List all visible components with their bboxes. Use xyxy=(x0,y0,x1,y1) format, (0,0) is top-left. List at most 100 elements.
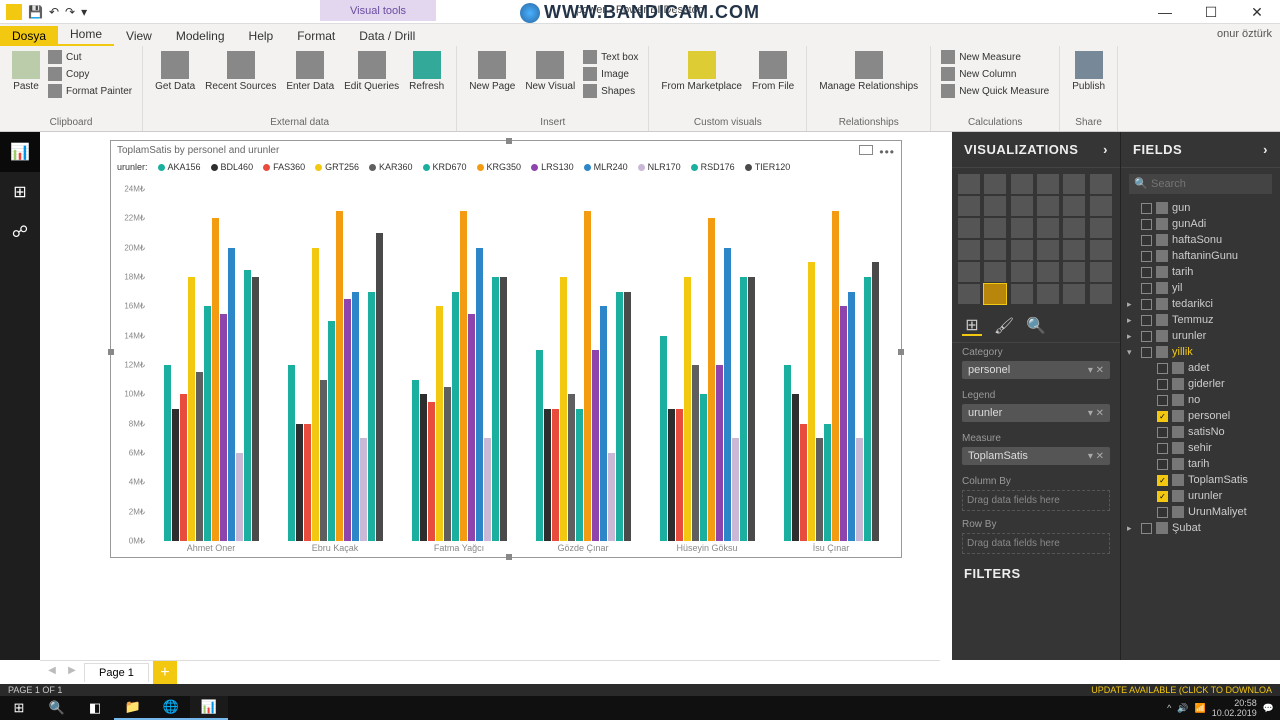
field-checkbox[interactable] xyxy=(1141,219,1152,230)
redo-icon[interactable]: ↷ xyxy=(65,5,75,19)
edit-queries-button[interactable]: Edit Queries xyxy=(340,49,403,94)
report-view-button[interactable]: 📊 xyxy=(0,132,40,172)
bar[interactable] xyxy=(164,365,171,541)
recent-sources-button[interactable]: Recent Sources xyxy=(201,49,280,94)
bar[interactable] xyxy=(320,380,327,541)
bar[interactable] xyxy=(204,306,211,541)
legend-item[interactable]: FAS360 xyxy=(263,162,305,172)
legend-item[interactable]: BDL460 xyxy=(211,162,254,172)
bar[interactable] xyxy=(536,350,543,541)
explorer-icon[interactable]: 📁 xyxy=(114,696,152,720)
bar[interactable] xyxy=(592,350,599,541)
visual-type-button[interactable] xyxy=(1090,174,1112,194)
legend-pill[interactable]: urunler▾ ✕ xyxy=(962,404,1110,422)
bar[interactable] xyxy=(800,424,807,541)
bar[interactable] xyxy=(328,321,335,541)
field-item[interactable]: UrunMaliyet xyxy=(1121,504,1280,520)
tab-file[interactable]: Dosya xyxy=(0,26,58,46)
enter-data-button[interactable]: Enter Data xyxy=(282,49,338,94)
bar[interactable] xyxy=(584,211,591,541)
text-box-button[interactable]: Text box xyxy=(581,49,640,65)
row-by-drop[interactable]: Drag data fields here xyxy=(962,533,1110,554)
field-checkbox[interactable] xyxy=(1141,235,1152,246)
bar[interactable] xyxy=(288,365,295,541)
field-item[interactable]: giderler xyxy=(1121,376,1280,392)
legend-item[interactable]: MLR240 xyxy=(584,162,628,172)
tray-up-icon[interactable]: ^ xyxy=(1167,703,1171,713)
visual-type-button[interactable] xyxy=(958,218,980,238)
visual-type-button[interactable] xyxy=(1037,218,1059,238)
analytics-tab-icon[interactable]: 🔍 xyxy=(1026,316,1046,336)
visual-type-button[interactable] xyxy=(1090,284,1112,304)
remove-measure-icon[interactable]: ▾ ✕ xyxy=(1088,451,1104,462)
field-checkbox[interactable] xyxy=(1141,203,1152,214)
bar[interactable] xyxy=(624,292,631,541)
minimize-button[interactable]: — xyxy=(1142,0,1188,24)
field-item[interactable]: ▸Şubat xyxy=(1121,520,1280,536)
bar[interactable] xyxy=(568,394,575,541)
field-item[interactable]: urunler xyxy=(1121,488,1280,504)
tab-help[interactable]: Help xyxy=(237,26,286,46)
visual-type-button[interactable] xyxy=(1011,240,1033,260)
field-item[interactable]: personel xyxy=(1121,408,1280,424)
legend-item[interactable]: AKA156 xyxy=(158,162,201,172)
paste-button[interactable]: Paste xyxy=(8,49,44,94)
bar[interactable] xyxy=(476,248,483,541)
visual-type-button[interactable] xyxy=(984,218,1006,238)
bar[interactable] xyxy=(492,277,499,541)
bar[interactable] xyxy=(784,365,791,541)
field-item[interactable]: sehir xyxy=(1121,440,1280,456)
field-checkbox[interactable] xyxy=(1157,443,1168,454)
visual-type-button[interactable] xyxy=(958,196,980,216)
data-view-button[interactable]: ⊞ xyxy=(0,172,40,212)
new-visual-button[interactable]: New Visual xyxy=(521,49,579,94)
bar[interactable] xyxy=(724,248,731,541)
bar[interactable] xyxy=(544,409,551,541)
bar[interactable] xyxy=(452,292,459,541)
focus-mode-icon[interactable] xyxy=(859,145,873,155)
measure-pill[interactable]: ToplamSatis▾ ✕ xyxy=(962,447,1110,465)
bar[interactable] xyxy=(368,292,375,541)
bar[interactable] xyxy=(692,365,699,541)
field-item[interactable]: adet xyxy=(1121,360,1280,376)
bar[interactable] xyxy=(244,270,251,541)
bar[interactable] xyxy=(236,453,243,541)
bar[interactable] xyxy=(708,218,715,541)
bar[interactable] xyxy=(468,314,475,541)
more-options-icon[interactable]: ••• xyxy=(879,145,895,159)
field-checkbox[interactable] xyxy=(1157,475,1168,486)
bar[interactable] xyxy=(304,424,311,541)
bar[interactable] xyxy=(180,394,187,541)
visual-type-button[interactable] xyxy=(1037,174,1059,194)
visual-type-button[interactable] xyxy=(984,240,1006,260)
bar[interactable] xyxy=(436,306,443,541)
bar[interactable] xyxy=(228,248,235,541)
field-item[interactable]: haftaSonu xyxy=(1121,232,1280,248)
field-item[interactable]: satisNo xyxy=(1121,424,1280,440)
bar[interactable] xyxy=(864,277,871,541)
field-checkbox[interactable] xyxy=(1157,395,1168,406)
field-checkbox[interactable] xyxy=(1141,331,1152,342)
bar[interactable] xyxy=(336,211,343,541)
visual-type-button[interactable] xyxy=(1063,174,1085,194)
field-item[interactable]: tarih xyxy=(1121,456,1280,472)
field-checkbox[interactable] xyxy=(1157,507,1168,518)
visual-type-button[interactable] xyxy=(984,196,1006,216)
visual-type-button[interactable] xyxy=(1063,262,1085,282)
bar[interactable] xyxy=(856,438,863,541)
legend-item[interactable]: GRT256 xyxy=(315,162,359,172)
notifications-icon[interactable]: 💬 xyxy=(1263,703,1274,714)
field-checkbox[interactable] xyxy=(1141,315,1152,326)
chrome-icon[interactable]: 🌐 xyxy=(152,696,190,720)
new-column-button[interactable]: New Column xyxy=(939,66,1051,82)
bar[interactable] xyxy=(660,336,667,541)
visual-type-button[interactable] xyxy=(1063,218,1085,238)
get-data-button[interactable]: Get Data xyxy=(151,49,199,94)
bar[interactable] xyxy=(500,277,507,541)
column-by-drop[interactable]: Drag data fields here xyxy=(962,490,1110,511)
bar[interactable] xyxy=(808,262,815,541)
visual-type-button[interactable] xyxy=(1037,284,1059,304)
visual-type-button[interactable] xyxy=(1090,240,1112,260)
field-checkbox[interactable] xyxy=(1141,283,1152,294)
save-icon[interactable]: 💾 xyxy=(28,5,43,19)
